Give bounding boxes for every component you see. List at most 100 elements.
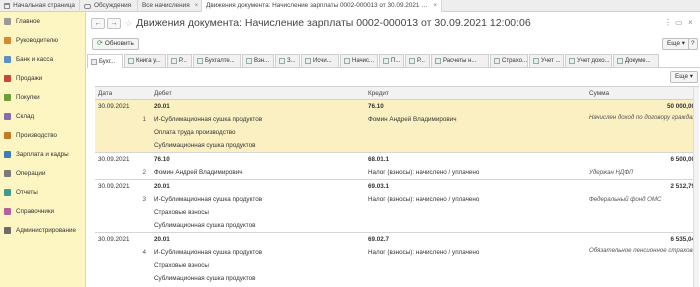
register-icon bbox=[128, 58, 134, 64]
subtab-insurance[interactable]: Страхо... bbox=[490, 54, 528, 67]
close-icon[interactable]: × bbox=[433, 0, 437, 11]
debit-subconto: Страховые взносы bbox=[154, 262, 209, 269]
debit-subconto: Сублимационная сушка продуктов bbox=[154, 275, 256, 282]
tab-document-movements[interactable]: Движения документа: Начисление зарплаты … bbox=[202, 0, 442, 12]
sidebar-item-manager[interactable]: Руководителю bbox=[0, 31, 85, 50]
subtab-label: Книга у... bbox=[136, 58, 161, 64]
subtab-settlements[interactable]: Расчеты н... bbox=[431, 54, 489, 67]
column-debit[interactable]: Дебет bbox=[150, 87, 364, 99]
subtab-label: Докуме... bbox=[625, 58, 651, 64]
credit-account: 76.10 bbox=[368, 103, 384, 110]
help-button[interactable]: ? bbox=[688, 38, 698, 50]
subtab-label: Взн... bbox=[254, 58, 270, 64]
maximize-icon[interactable]: ▭ bbox=[675, 18, 683, 27]
sidebar-item-warehouse[interactable]: Склад bbox=[0, 107, 85, 126]
subtab-accounting-2[interactable]: Учет ... bbox=[529, 54, 564, 67]
subtab-contributions[interactable]: Взн... bbox=[242, 54, 274, 67]
sidebar-item-production[interactable]: Производство bbox=[0, 126, 85, 145]
tab-discussions[interactable]: Обсуждения bbox=[80, 0, 138, 12]
register-icon bbox=[197, 58, 203, 64]
chevron-down-icon: ▾ bbox=[681, 40, 686, 47]
cart-icon bbox=[4, 94, 11, 101]
table-row[interactable]: 30.09.2021 20.01 69.03.1 2 512,79 3 И-Су… bbox=[95, 180, 699, 233]
subtab-r1[interactable]: Р... bbox=[167, 54, 192, 67]
table-row[interactable]: 30.09.2021 20.01 76.10 50 000,00 1 И-Суб… bbox=[95, 100, 699, 153]
tab-all-accruals[interactable]: Все начисления × bbox=[138, 0, 202, 12]
sidebar-item-label: Администрирование bbox=[16, 227, 77, 234]
sidebar-item-reports[interactable]: Отчеты bbox=[0, 183, 85, 202]
entry-amount: 50 000,00 bbox=[666, 103, 695, 110]
subtab-p[interactable]: П... bbox=[379, 54, 404, 67]
subtab-label: Начис... bbox=[352, 58, 375, 64]
column-sum[interactable]: Сумма bbox=[585, 87, 699, 99]
vertical-scrollbar[interactable] bbox=[693, 87, 699, 287]
more-label: Еще bbox=[667, 40, 681, 47]
sidebar-item-admin[interactable]: Администрирование bbox=[0, 221, 85, 240]
sidebar-item-payroll[interactable]: Зарплата и кадры bbox=[0, 145, 85, 164]
sidebar-item-operations[interactable]: Операции bbox=[0, 164, 85, 183]
entry-number: 4 bbox=[142, 249, 146, 256]
forward-button[interactable]: → bbox=[107, 17, 121, 29]
entry-note: Начислен доход по договору гражданско-пр… bbox=[589, 114, 699, 121]
favorite-star-icon[interactable]: ☆ bbox=[125, 19, 132, 28]
tab-discussions-label: Обсуждения bbox=[94, 2, 132, 9]
register-icon bbox=[305, 58, 311, 64]
sidebar-item-main[interactable]: Главное bbox=[0, 12, 85, 31]
sales-icon bbox=[4, 75, 11, 82]
subtab-sales-book[interactable]: Книга у... bbox=[124, 54, 166, 67]
debit-account: 20.01 bbox=[154, 103, 170, 110]
more-button[interactable]: Еще ▾ bbox=[662, 38, 691, 50]
subtab-accountant[interactable]: Бухгалте... bbox=[193, 54, 241, 67]
close-icon[interactable]: × bbox=[688, 18, 693, 27]
register-icon bbox=[171, 58, 177, 64]
grid-more-button[interactable]: Еще ▾ bbox=[670, 71, 699, 83]
subtab-accounting[interactable]: Бухг... bbox=[87, 54, 123, 68]
register-tabs: Бухг... Книга у... Р... Бухгалте... Взн.… bbox=[87, 53, 700, 68]
table-row[interactable]: 30.09.2021 76.10 68.01.1 6 500,00 2 Фоми… bbox=[95, 153, 699, 180]
refresh-button[interactable]: ⟳ Обновить bbox=[92, 38, 139, 50]
subtab-label: П... bbox=[391, 58, 401, 64]
close-icon[interactable]: × bbox=[195, 0, 199, 12]
sidebar-item-label: Отчеты bbox=[16, 189, 38, 196]
subtab-salary[interactable]: З... bbox=[275, 54, 300, 67]
entry-date: 30.09.2021 bbox=[98, 183, 130, 190]
sidebar-item-label: Покупки bbox=[16, 94, 40, 101]
more-options-icon[interactable]: ⋮ bbox=[664, 18, 672, 27]
sidebar-item-bank[interactable]: Банк и касса bbox=[0, 50, 85, 69]
subtab-label: Учет дохо... bbox=[577, 58, 610, 64]
table-header: Дата Дебет Кредит Сумма bbox=[95, 87, 699, 100]
sidebar-item-label: Главное bbox=[16, 18, 41, 25]
chevron-down-icon: ▾ bbox=[689, 73, 694, 80]
sidebar-item-purchases[interactable]: Покупки bbox=[0, 88, 85, 107]
bank-icon bbox=[4, 56, 11, 63]
sidebar-item-label: Справочники bbox=[16, 208, 55, 215]
subtab-accruals[interactable]: Начис... bbox=[340, 54, 378, 67]
debit-account: 76.10 bbox=[154, 156, 170, 163]
sidebar-item-sales[interactable]: Продажи bbox=[0, 69, 85, 88]
tab-home[interactable]: Начальная страница bbox=[0, 0, 80, 12]
register-icon bbox=[617, 58, 623, 64]
subtab-label: Бухгалте... bbox=[205, 58, 235, 64]
column-date[interactable]: Дата bbox=[95, 87, 150, 99]
sidebar-item-catalogs[interactable]: Справочники bbox=[0, 202, 85, 221]
register-icon bbox=[533, 58, 539, 64]
subtab-label: Бухг... bbox=[99, 58, 116, 65]
entry-number: 3 bbox=[142, 196, 146, 203]
subtab-label: Учет ... bbox=[541, 58, 561, 64]
main-menu-icon bbox=[4, 18, 11, 25]
subtab-label: Расчеты н... bbox=[443, 58, 477, 64]
document-window: ← → ☆ Движения документа: Начисление зар… bbox=[87, 12, 700, 287]
subtab-calculated[interactable]: Исчи... bbox=[301, 54, 339, 67]
column-credit[interactable]: Кредит bbox=[364, 87, 585, 99]
debit-account: 20.01 bbox=[154, 183, 170, 190]
subtab-label: Страхо... bbox=[502, 58, 528, 64]
subtab-documents[interactable]: Докуме... bbox=[613, 54, 659, 67]
subtab-income[interactable]: Учет дохо... bbox=[565, 54, 612, 67]
credit-subconto: Налог (взносы): начислено / уплачено bbox=[368, 196, 480, 203]
back-button[interactable]: ← bbox=[91, 17, 105, 29]
entries-table: Дата Дебет Кредит Сумма 30.09.2021 20.01… bbox=[95, 86, 699, 285]
subtab-r2[interactable]: Р... bbox=[405, 54, 430, 67]
sidebar-item-label: Производство bbox=[16, 132, 58, 139]
refresh-icon: ⟳ bbox=[97, 40, 103, 47]
table-row[interactable]: 30.09.2021 20.01 69.02.7 6 535,04 4 И-Су… bbox=[95, 233, 699, 285]
